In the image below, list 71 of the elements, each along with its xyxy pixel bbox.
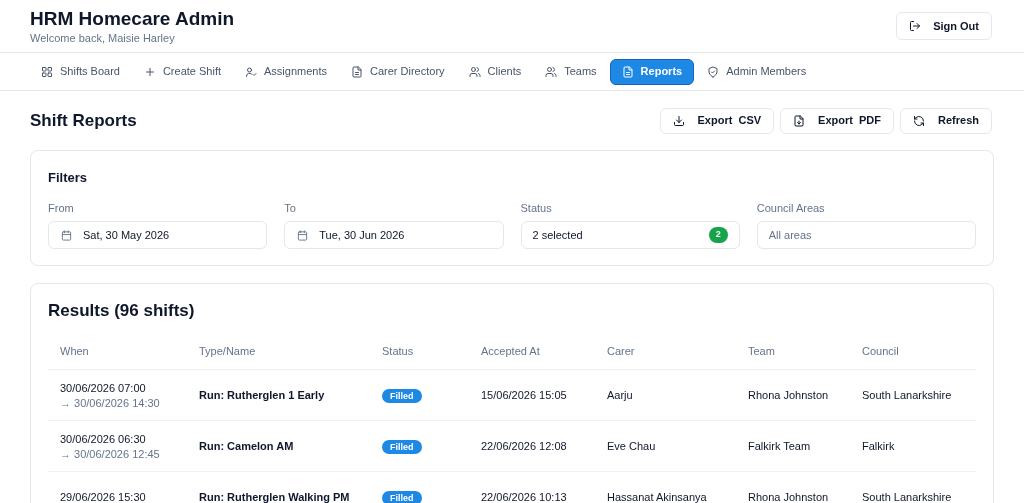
welcome-text: Welcome back, Maisie Harley	[30, 31, 176, 45]
date-field[interactable]: Tue, 30 Jun 2026	[284, 221, 504, 249]
download-icon	[672, 114, 685, 127]
calendar-icon	[61, 229, 72, 241]
nav-tab[interactable]: Carer Directory	[340, 58, 456, 85]
table-cell: South Lanarkshire	[862, 369, 976, 421]
shield-check-icon	[707, 65, 720, 78]
sign-out-button[interactable]: Sign Out	[896, 12, 992, 40]
table-cell: 22/06/2026 10:13	[481, 471, 607, 503]
end-time: → 30/06/2026 12:45	[60, 446, 161, 461]
count-badge: 2	[708, 227, 728, 243]
table-cell: Run: Rutherglen 1 Early	[199, 369, 382, 421]
council-areas-field[interactable]: All areas	[756, 221, 976, 249]
end-time: → 30/06/2026 14:30	[60, 395, 161, 410]
column-header: Team	[748, 332, 862, 370]
table-cell: 22/06/2026 12:08	[481, 420, 607, 472]
table-cell: Run: Rutherglen Walking PM	[199, 471, 382, 503]
action-button[interactable]: Refresh	[900, 107, 992, 134]
start-time: 29/06/2026 15:30	[60, 490, 147, 503]
action-button[interactable]: Export CSV	[659, 107, 775, 134]
column-header: Accepted At	[481, 332, 607, 370]
users-icon	[468, 65, 481, 78]
nav-tab[interactable]: Teams	[534, 58, 608, 85]
table-cell: Rhona Johnston	[748, 369, 862, 421]
action-button[interactable]: Export PDF	[780, 107, 895, 134]
column-header: Council	[862, 332, 976, 370]
status-badge: Filled	[382, 490, 422, 503]
nav-tab[interactable]: Reports	[609, 58, 695, 85]
app-title: HRM Homecare Admin	[30, 7, 235, 31]
document-icon	[351, 65, 363, 78]
start-time: 30/06/2026 07:00	[60, 380, 147, 395]
user-check-icon	[245, 65, 257, 78]
table-cell: Eve Chau	[607, 420, 748, 472]
page-title: Shift Reports	[30, 109, 137, 132]
column-header: Carer	[607, 332, 748, 370]
start-time: 30/06/2026 06:30	[60, 431, 147, 446]
table-cell: Hassanat Akinsanya	[607, 471, 748, 503]
field-label: Council Areas	[756, 200, 826, 216]
table-cell: Aarju	[607, 369, 748, 421]
field-label: Status	[520, 200, 553, 216]
refresh-icon	[913, 114, 926, 127]
table-cell: Run: Camelon AM	[199, 420, 382, 472]
nav-tab[interactable]: Assignments	[234, 58, 338, 85]
column-header: Status	[382, 332, 481, 370]
plus-icon	[143, 65, 156, 78]
field-label: To	[284, 200, 297, 216]
users-icon	[545, 65, 558, 78]
filters-title: Filters	[48, 169, 88, 187]
date-field[interactable]: Sat, 30 May 2026	[48, 221, 268, 249]
status-select[interactable]: 2 selected 2	[520, 221, 740, 249]
table-cell: Falkirk	[862, 420, 976, 472]
table-cell: Falkirk Team	[748, 420, 862, 472]
column-header: Type/Name	[199, 332, 382, 370]
nav-tab[interactable]: Create Shift	[132, 58, 232, 85]
results-title: Results (96 shifts)	[48, 300, 196, 322]
document-icon	[621, 65, 634, 78]
table-cell: 15/06/2026 15:05	[481, 369, 607, 421]
nav-tab[interactable]: Shifts Board	[30, 58, 131, 85]
table-cell: South Lanarkshire	[862, 471, 976, 503]
field-label: From	[48, 200, 75, 216]
status-badge: Filled	[382, 439, 422, 454]
nav-tab[interactable]: Admin Members	[696, 58, 818, 85]
table-cell: Rhona Johnston	[748, 471, 862, 503]
nav-tab[interactable]: Clients	[457, 58, 533, 85]
sign-out-icon	[909, 20, 922, 32]
calendar-icon	[297, 229, 309, 241]
select-value: 2 selected	[532, 227, 583, 243]
status-badge: Filled	[382, 388, 422, 403]
file-download-icon	[793, 114, 806, 127]
column-header: When	[48, 332, 199, 370]
grid-icon	[41, 65, 53, 78]
